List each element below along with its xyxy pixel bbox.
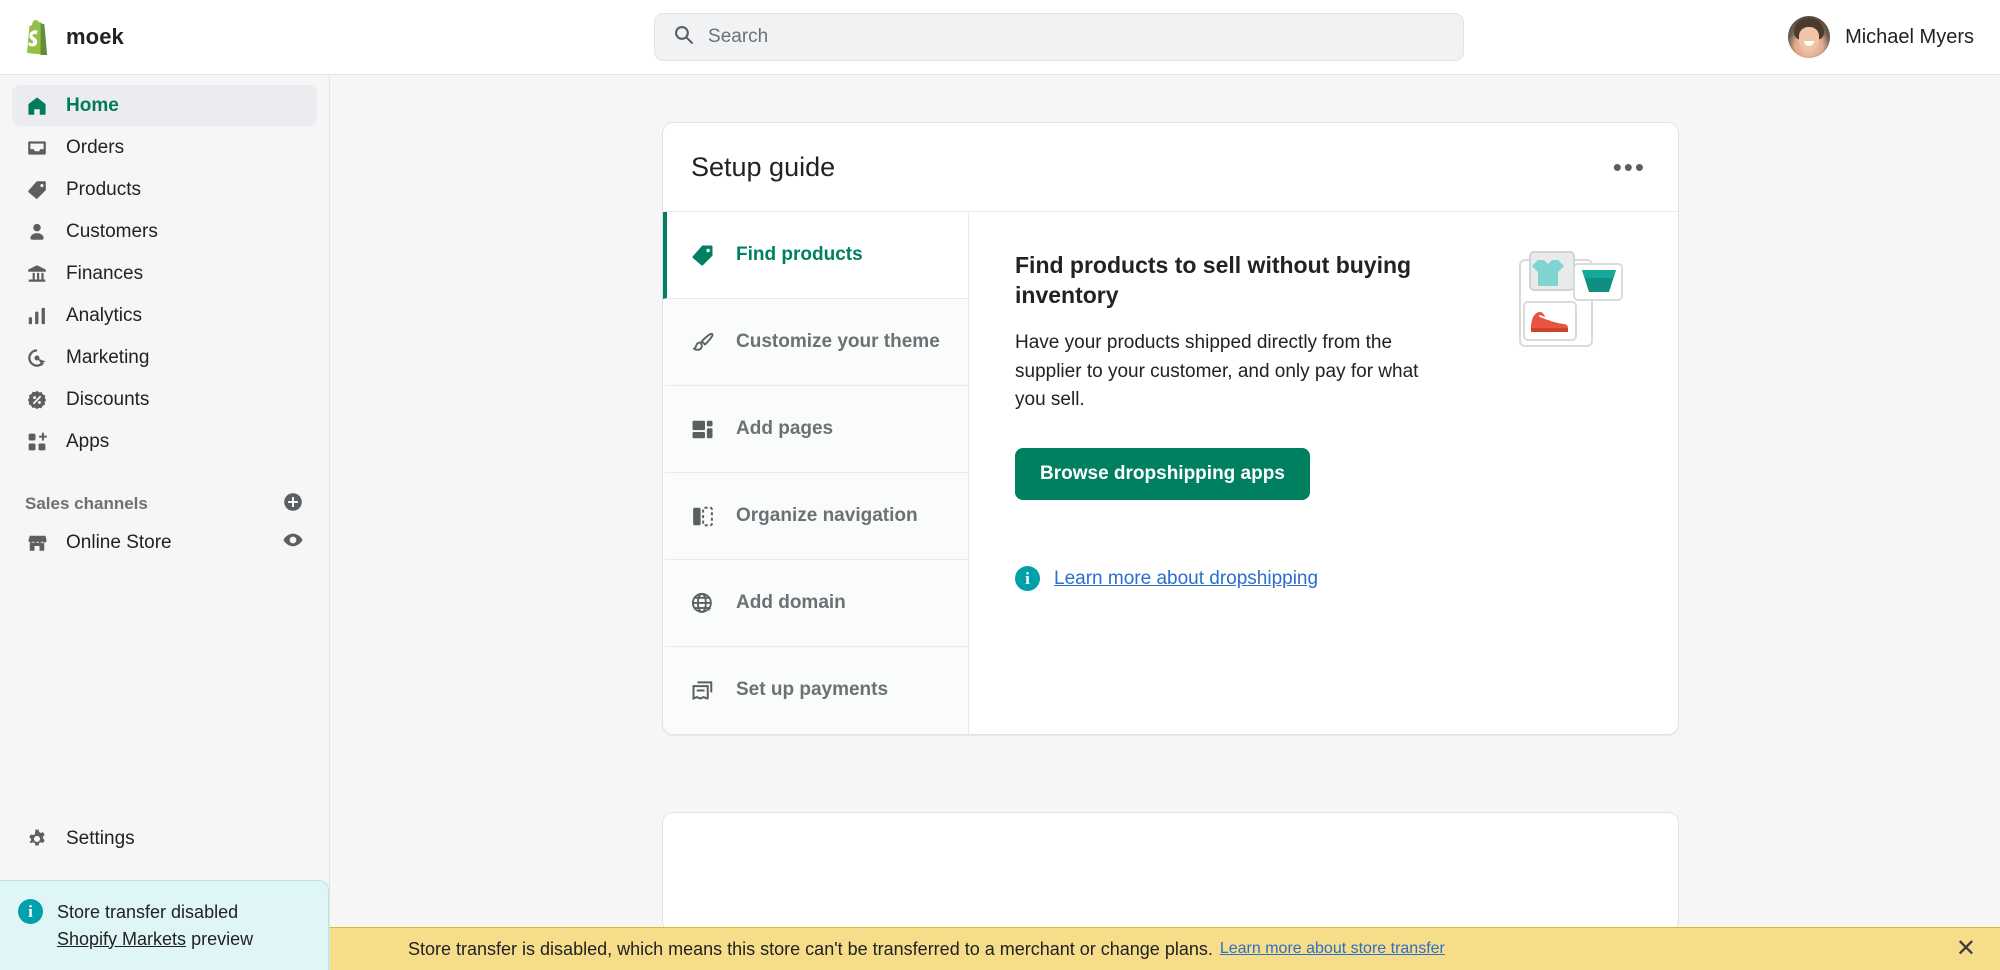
sidebar-item-label: Apps [66, 430, 110, 452]
tab-label: Add domain [736, 591, 846, 613]
search-input[interactable]: Search [654, 13, 1465, 61]
sidebar-item-finances[interactable]: Finances [12, 253, 317, 294]
settings-label: Settings [66, 828, 135, 849]
sidebar-item-label: Analytics [66, 304, 143, 326]
sidebar-item-label: Marketing [66, 346, 150, 368]
tab-add-pages[interactable]: Add pages [663, 386, 968, 473]
tab-customize-theme[interactable]: Customize your theme [663, 299, 968, 386]
products-illustration [1502, 246, 1634, 358]
paintbrush-icon [689, 329, 715, 355]
tab-label: Customize your theme [736, 330, 940, 352]
avatar [1788, 16, 1831, 58]
setup-guide-card: Setup guide ••• Find products Customize … [662, 122, 1679, 735]
sidebar-item-online-store[interactable]: Online Store [12, 522, 317, 563]
top-bar: moek Search Michael Myers [0, 0, 2000, 75]
sales-channels-title: Sales channels [25, 494, 148, 513]
bar-chart-icon [25, 304, 49, 328]
more-horizontal-icon[interactable]: ••• [1613, 154, 1646, 180]
pane-heading: Find products to sell without buying inv… [1015, 252, 1412, 309]
search-placeholder: Search [708, 26, 769, 47]
sidebar-item-customers[interactable]: Customers [12, 211, 317, 252]
sidebar-item-label: Finances [66, 262, 144, 284]
search-area: Search [330, 13, 1788, 61]
store-notice-suffix: preview [186, 928, 254, 949]
tab-set-up-payments[interactable]: Set up payments [663, 647, 968, 734]
banner-message: Store transfer is disabled, which means … [408, 938, 1213, 959]
storefront-icon [25, 531, 49, 555]
plus-circle-icon[interactable] [282, 491, 304, 518]
tab-add-domain[interactable]: Add domain [663, 560, 968, 647]
brand-area[interactable]: moek [0, 19, 330, 55]
user-name: Michael Myers [1845, 25, 1974, 48]
sidebar-item-home[interactable]: Home [12, 85, 317, 126]
payment-card-icon [689, 678, 715, 704]
info-icon: i [18, 899, 43, 925]
orders-inbox-icon [25, 136, 49, 160]
setup-guide-header: Setup guide ••• [663, 123, 1678, 212]
sidebar-item-label: Home [66, 94, 119, 116]
setup-guide-pane: Find products to sell without buying inv… [969, 212, 1678, 734]
store-notice-line1: Store transfer disabled [57, 902, 239, 923]
globe-icon [689, 590, 715, 616]
sales-channels-header: Sales channels [0, 486, 329, 522]
pane-description: Have your products shipped directly from… [1015, 331, 1419, 411]
sidebar-item-label: Customers [66, 220, 158, 242]
sidebar-item-marketing[interactable]: Marketing [12, 337, 317, 378]
store-transfer-notice: i Store transfer disabled Shopify Market… [0, 880, 329, 970]
sales-channels-list: Online Store [0, 522, 329, 563]
apps-grid-plus-icon [25, 430, 49, 454]
discount-percent-icon [25, 388, 49, 412]
sidebar-item-analytics[interactable]: Analytics [12, 295, 317, 336]
product-tag-icon [25, 178, 49, 202]
browse-dropshipping-apps-button[interactable]: Browse dropshipping apps [1015, 448, 1310, 501]
navigation-panel-icon [689, 503, 715, 529]
product-tag-icon [689, 242, 715, 268]
shopify-bag-icon [22, 19, 53, 55]
store-name: moek [66, 24, 124, 49]
search-icon [673, 24, 694, 50]
sidebar: Home Orders Products Customers Finances [0, 75, 330, 970]
tab-label: Find products [736, 243, 863, 265]
main-content: Setup guide ••• Find products Customize … [330, 75, 2000, 970]
tab-find-products[interactable]: Find products [663, 212, 968, 299]
user-menu[interactable]: Michael Myers [1788, 16, 2000, 58]
person-icon [25, 220, 49, 244]
tab-organize-navigation[interactable]: Organize navigation [663, 473, 968, 560]
learn-more-store-transfer-link[interactable]: Learn more about store transfer [1220, 940, 1445, 958]
tab-label: Add pages [736, 417, 834, 439]
home-icon [25, 94, 49, 118]
eye-icon[interactable] [282, 529, 304, 556]
page-title: Setup guide [691, 151, 836, 182]
shopify-markets-link[interactable]: Shopify Markets [57, 929, 186, 949]
secondary-card [662, 812, 1679, 932]
sidebar-nav: Home Orders Products Customers Finances [0, 75, 329, 462]
store-transfer-banner: Store transfer is disabled, which means … [330, 927, 2000, 970]
info-icon: i [1015, 566, 1040, 592]
sidebar-item-label: Orders [66, 136, 125, 158]
marketing-target-icon [25, 346, 49, 370]
sidebar-item-products[interactable]: Products [12, 169, 317, 210]
sidebar-item-discounts[interactable]: Discounts [12, 379, 317, 420]
learn-more-row: i Learn more about dropshipping [1015, 566, 1638, 592]
sidebar-item-label: Discounts [66, 388, 150, 410]
sidebar-item-orders[interactable]: Orders [12, 127, 317, 168]
tab-label: Organize navigation [736, 504, 918, 526]
gear-icon [25, 827, 49, 851]
sidebar-item-label: Products [66, 178, 141, 200]
page-layout-icon [689, 416, 715, 442]
sidebar-item-apps[interactable]: Apps [12, 421, 317, 462]
close-icon[interactable]: ✕ [1950, 937, 1982, 961]
bank-icon [25, 262, 49, 286]
setup-guide-body: Find products Customize your theme Add p… [663, 212, 1678, 734]
setup-guide-tabs: Find products Customize your theme Add p… [663, 212, 969, 734]
sidebar-item-settings[interactable]: Settings [12, 818, 318, 860]
learn-more-dropshipping-link[interactable]: Learn more about dropshipping [1054, 568, 1318, 590]
sidebar-item-label: Online Store [66, 531, 172, 553]
tab-label: Set up payments [736, 679, 889, 701]
